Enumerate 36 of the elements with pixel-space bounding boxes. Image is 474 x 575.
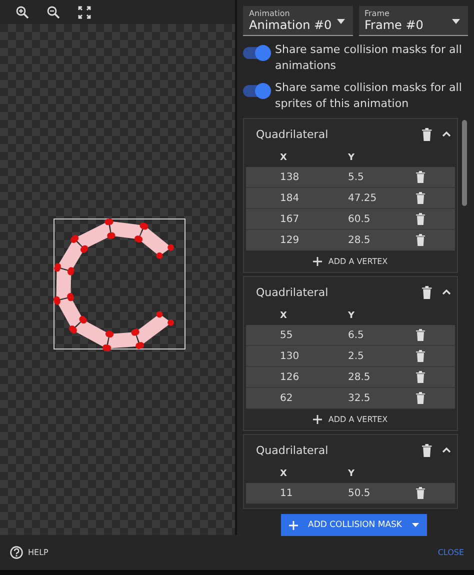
table-cell-text: 11 bbox=[280, 488, 294, 498]
table-cell-text: 62 bbox=[280, 392, 294, 404]
table-cell-text: 28.5 bbox=[348, 372, 372, 382]
mask-title: Quadrilateral bbox=[256, 128, 330, 140]
table-cell-text: 32.5 bbox=[348, 392, 372, 404]
column-header: Y bbox=[348, 311, 356, 321]
add-vertex-button[interactable]: ADD A VERTEX bbox=[309, 413, 392, 426]
table-cell-text: 184 bbox=[280, 192, 300, 204]
toggle-label: Share same collision masks for all sprites of this animation bbox=[275, 80, 463, 112]
column-header: X bbox=[280, 153, 288, 163]
table-cell-text: 47.25 bbox=[348, 192, 378, 204]
table-cell-text: 55 bbox=[280, 330, 294, 340]
table-cell-text: 50.5 bbox=[348, 488, 372, 498]
column-header: Y bbox=[348, 469, 356, 479]
close-button[interactable]: CLOSE bbox=[438, 548, 464, 557]
table-cell-text: 28.5 bbox=[348, 234, 372, 246]
table-cell-text: 129 bbox=[280, 234, 300, 246]
table-cell-text: 138 bbox=[280, 172, 300, 182]
dropdown-field[interactable]: Frame Frame #0 bbox=[358, 6, 468, 36]
table-cell-text: 126 bbox=[280, 372, 300, 382]
table-cell-text: 6.5 bbox=[348, 330, 365, 340]
help-button[interactable]: HELP bbox=[10, 546, 48, 559]
column-header: Y bbox=[348, 153, 356, 163]
table-cell-text: 130 bbox=[280, 350, 300, 362]
column-header: X bbox=[280, 311, 288, 321]
mask-title: Quadrilateral bbox=[256, 444, 330, 456]
toggle-label: Share same collision masks for all animations bbox=[275, 42, 463, 74]
table-cell-text: 2.5 bbox=[348, 350, 365, 362]
add-collision-mask-button[interactable]: ADD COLLISION MASK bbox=[281, 514, 427, 536]
column-header: X bbox=[280, 469, 288, 479]
table-cell-text: 5.5 bbox=[348, 172, 365, 182]
mask-title: Quadrilateral bbox=[256, 286, 330, 298]
table-cell-text: 167 bbox=[280, 214, 300, 224]
add-vertex-button[interactable]: ADD A VERTEX bbox=[309, 255, 392, 268]
dropdown-field[interactable]: Animation Animation #0 bbox=[243, 6, 352, 36]
table-cell-text: 60.5 bbox=[348, 214, 372, 224]
